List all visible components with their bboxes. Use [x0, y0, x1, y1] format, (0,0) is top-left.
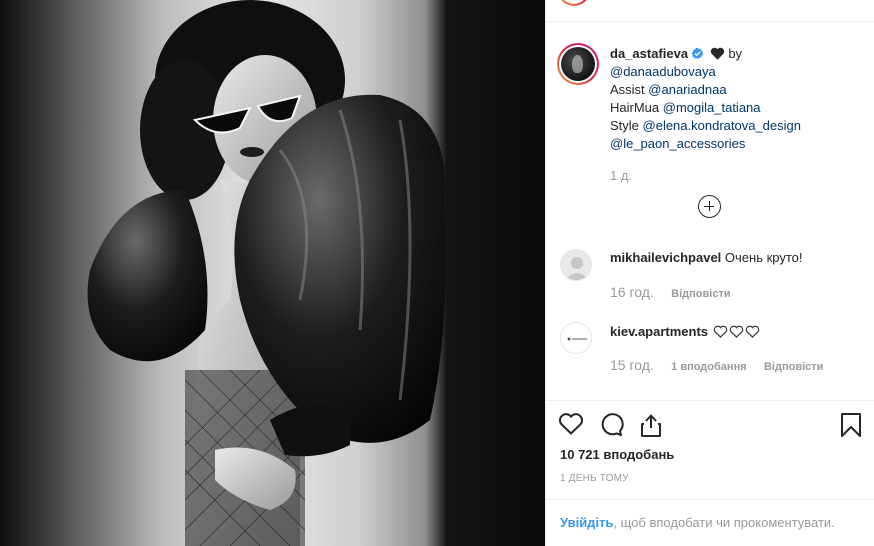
caption-line: HairMua @mogila_tatiana [610, 100, 761, 115]
save-bookmark-icon[interactable] [840, 412, 862, 438]
reply-button[interactable]: Відповісти [764, 361, 823, 373]
portrait-photo-art [87, 0, 446, 546]
comment-bubble-icon[interactable] [598, 412, 624, 436]
caption-time: 1 д. [610, 168, 633, 183]
share-icon[interactable] [638, 412, 664, 438]
likes-count[interactable]: 10 721 вподобань [560, 447, 674, 462]
mention-link[interactable]: @anariadnaa [648, 82, 726, 97]
caption-line: Assist @anariadnaa [610, 82, 727, 97]
post-caption: da_astafieva by @danaadubovaya Assist @a… [610, 45, 860, 185]
login-prompt: Увійдіть, щоб вподобати чи прокоментуват… [560, 515, 835, 530]
comment-username[interactable]: mikhailevichpavel [610, 250, 721, 265]
comment-avatar[interactable] [560, 322, 592, 354]
comment-meta: 15 год. 1 вподобання Відповісти [610, 357, 837, 373]
verified-badge-icon [691, 47, 704, 59]
comment-likes-button[interactable]: 1 вподобання [671, 361, 746, 373]
kiev-apartments-logo-icon [567, 337, 587, 341]
comment-time: 15 год. [610, 357, 654, 373]
login-link[interactable]: Увійдіть [560, 515, 613, 530]
like-heart-icon[interactable] [558, 412, 584, 436]
comment-text: Очень круто! [724, 250, 803, 265]
header-divider [546, 21, 874, 22]
comment-meta: 16 год. Відповісти [610, 284, 745, 300]
post-side-panel: da_astafieva by @danaadubovaya Assist @a… [546, 0, 874, 546]
instagram-post-view: da_astafieva by @danaadubovaya Assist @a… [0, 0, 874, 546]
actions-divider [546, 400, 874, 401]
mention-link[interactable]: @le_paon_accessories [610, 136, 745, 151]
post-photo[interactable] [0, 0, 545, 546]
caption-line: Style @elena.kondratova_design [610, 118, 801, 133]
reply-button[interactable]: Відповісти [671, 288, 730, 300]
white-heart-emoji-icon [729, 325, 743, 338]
mention-link[interactable]: @danaadubovaya [610, 64, 716, 79]
default-user-icon [565, 257, 589, 280]
caption-by-text: by [728, 46, 743, 61]
author-username[interactable]: da_astafieva [610, 46, 688, 61]
load-more-comments-button[interactable] [698, 195, 721, 218]
header-avatar[interactable] [558, 0, 590, 6]
login-prompt-text: , щоб вподобати чи прокоментувати. [613, 515, 835, 530]
login-divider [546, 499, 874, 500]
comment-avatar[interactable] [560, 249, 592, 281]
caption-line: @danaadubovaya [610, 64, 716, 79]
comment-text-row: kiev.apartments [610, 323, 860, 341]
black-heart-emoji-icon [710, 47, 724, 60]
mention-link[interactable]: @mogila_tatiana [663, 100, 761, 115]
comment-text-row: mikhailevichpavel Очень круто! [610, 249, 860, 267]
post-timestamp: 1 ДЕНЬ ТОМУ [560, 473, 629, 484]
caption-line: @le_paon_accessories [610, 136, 745, 151]
white-heart-emoji-icon [745, 325, 759, 338]
author-avatar[interactable] [557, 43, 599, 85]
mention-link[interactable]: @elena.kondratova_design [643, 118, 801, 133]
white-heart-emoji-icon [713, 325, 727, 338]
comment-username[interactable]: kiev.apartments [610, 324, 708, 339]
comment-time: 16 год. [610, 284, 654, 300]
